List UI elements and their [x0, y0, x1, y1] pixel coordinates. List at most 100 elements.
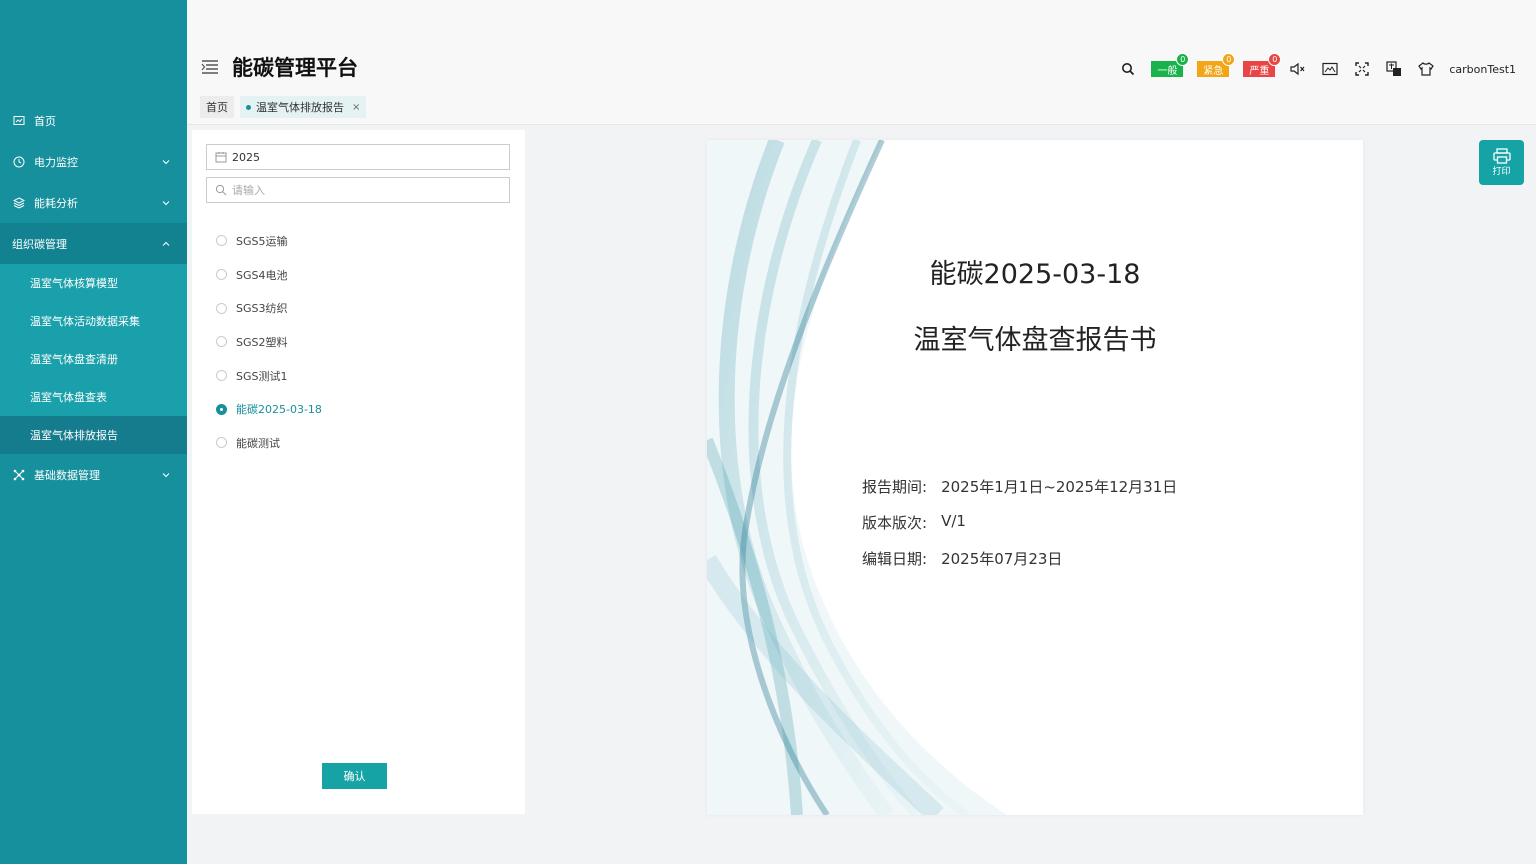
header: 能碳管理平台 首页 温室气体排放报告 × 一般 0 紧急 0 严重 0 carb… — [187, 0, 1536, 125]
report-title: 能碳2025-03-18 — [929, 259, 1141, 290]
chevron-down-icon — [162, 472, 170, 477]
meta-key: 版本版次: — [862, 514, 928, 532]
alert-count: 0 — [1176, 53, 1190, 66]
search-field[interactable] — [206, 177, 510, 203]
report-option-label: SGS5运输 — [236, 234, 288, 248]
meta-value: 2025年07月23日 — [941, 550, 1063, 568]
close-icon[interactable]: × — [352, 102, 360, 113]
report-option-label: 能碳2025-03-18 — [236, 403, 322, 417]
alert-urgent-badge[interactable]: 紧急 0 — [1197, 53, 1236, 77]
alert-severe-badge[interactable]: 严重 0 — [1243, 53, 1282, 77]
sidebar-item-label: 温室气体排放报告 — [30, 429, 118, 442]
radio-button[interactable] — [216, 235, 227, 247]
translate-icon[interactable] — [1385, 60, 1403, 78]
report-list: SGS5运输 SGS4电池 SGS3纺织 SGS2塑料 SGS测试1 能碳202… — [216, 224, 322, 460]
report-option-selected[interactable]: 能碳2025-03-18 — [216, 392, 322, 426]
fullscreen-icon[interactable] — [1353, 60, 1371, 78]
report-option[interactable]: SGS2塑料 — [216, 325, 322, 359]
printer-icon — [1492, 148, 1511, 164]
tab-emission-report[interactable]: 温室气体排放报告 × — [240, 96, 367, 118]
sidebar-item-org-carbon[interactable]: 组织碳管理 — [0, 223, 187, 264]
alert-general-badge[interactable]: 一般 0 — [1151, 53, 1190, 77]
sidebar-submenu: 温室气体核算模型 温室气体活动数据采集 温室气体盘查清册 温室气体盘查表 温室气… — [0, 264, 187, 454]
search-input[interactable] — [232, 183, 492, 197]
power-icon — [12, 155, 26, 169]
sidebar-subitem-activity-data[interactable]: 温室气体活动数据采集 — [0, 302, 187, 340]
radio-button[interactable] — [216, 370, 227, 382]
print-label: 打印 — [1492, 167, 1511, 177]
sidebar-subitem-inventory-table[interactable]: 温室气体盘查表 — [0, 378, 187, 416]
report-edit-date: 编辑日期: 2025年07月23日 — [862, 548, 1062, 569]
sidebar-item-label: 温室气体活动数据采集 — [30, 315, 140, 328]
sidebar-item-base-data[interactable]: 基础数据管理 — [0, 454, 187, 495]
tab-home[interactable]: 首页 — [200, 96, 234, 118]
alert-count: 0 — [1222, 53, 1236, 66]
username[interactable]: carbonTest1 — [1449, 63, 1516, 76]
report-option[interactable]: SGS3纺织 — [216, 291, 322, 325]
report-option[interactable]: SGS5运输 — [216, 224, 322, 258]
report-period: 报告期间: 2025年1月1日~2025年12月31日 — [862, 476, 1177, 497]
menu-toggle-icon[interactable] — [201, 59, 219, 75]
network-icon — [12, 468, 26, 482]
print-button[interactable]: 打印 — [1479, 140, 1524, 185]
report-option[interactable]: SGS4电池 — [216, 258, 322, 292]
report-version: 版本版次: V/1 — [862, 512, 966, 533]
report-option-label: SGS3纺织 — [236, 302, 288, 316]
header-toolbar: 一般 0 紧急 0 严重 0 carbonTest1 — [1119, 53, 1516, 78]
radio-button[interactable] — [216, 336, 227, 348]
mute-icon[interactable] — [1289, 60, 1307, 78]
sidebar-item-power[interactable]: 电力监控 — [0, 141, 187, 182]
report-option-label: SGS测试1 — [236, 369, 288, 383]
radio-button[interactable] — [216, 437, 227, 449]
search-icon — [215, 184, 227, 196]
search-icon[interactable] — [1119, 60, 1137, 78]
meta-value: 2025年1月1日~2025年12月31日 — [941, 478, 1178, 496]
report-subtitle: 温室气体盘查报告书 — [913, 325, 1157, 356]
meta-key: 报告期间: — [862, 478, 928, 496]
sidebar-item-label: 温室气体盘查清册 — [30, 353, 118, 366]
alert-label: 一般 — [1157, 65, 1178, 77]
radio-button[interactable] — [216, 302, 227, 314]
home-icon — [12, 114, 26, 128]
year-value: 2025 — [232, 150, 260, 164]
skin-icon[interactable] — [1417, 60, 1435, 78]
tab-label: 温室气体排放报告 — [256, 101, 344, 114]
year-picker[interactable]: 2025 — [206, 144, 510, 170]
sidebar-menu: 首页 电力监控 能耗分析 组织碳管理 温室气体核算模型 温室气体活动数据采集 温… — [0, 100, 187, 495]
chevron-up-icon — [162, 241, 170, 246]
tab-bar: 首页 温室气体排放报告 × — [200, 96, 367, 118]
sidebar-item-label: 首页 — [34, 114, 56, 128]
report-option-label: SGS4电池 — [236, 268, 288, 282]
chevron-down-icon — [162, 159, 170, 164]
alert-count: 0 — [1268, 53, 1282, 66]
screen-icon[interactable] — [1321, 60, 1339, 78]
sidebar-item-label: 温室气体核算模型 — [30, 277, 118, 290]
layers-icon — [12, 196, 26, 210]
sidebar-subitem-inventory-list[interactable]: 温室气体盘查清册 — [0, 340, 187, 378]
sidebar-subitem-model[interactable]: 温室气体核算模型 — [0, 264, 187, 302]
active-dot — [246, 104, 251, 110]
report-option[interactable]: SGS测试1 — [216, 359, 322, 393]
alert-label: 严重 — [1249, 65, 1270, 77]
tab-label: 首页 — [206, 101, 228, 114]
sidebar-item-energy[interactable]: 能耗分析 — [0, 182, 187, 223]
sidebar-item-label: 电力监控 — [34, 155, 78, 169]
radio-button-checked[interactable] — [216, 403, 227, 415]
sidebar-item-label: 组织碳管理 — [12, 237, 67, 251]
app-title: 能碳管理平台 — [232, 56, 358, 80]
report-option-label: 能碳测试 — [236, 436, 280, 450]
alert-label: 紧急 — [1203, 65, 1224, 77]
calendar-icon — [215, 152, 227, 163]
sidebar-subitem-emission-report[interactable]: 温室气体排放报告 — [0, 416, 187, 454]
confirm-button[interactable]: 确认 — [322, 763, 387, 789]
report-document-preview: 能碳2025-03-18 温室气体盘查报告书 报告期间: 2025年1月1日~2… — [707, 140, 1363, 815]
sidebar: 首页 电力监控 能耗分析 组织碳管理 温室气体核算模型 温室气体活动数据采集 温… — [0, 0, 187, 864]
sidebar-item-home[interactable]: 首页 — [0, 100, 187, 141]
sidebar-item-label: 温室气体盘查表 — [30, 391, 107, 404]
report-option[interactable]: 能碳测试 — [216, 426, 322, 460]
radio-button[interactable] — [216, 269, 227, 281]
report-option-label: SGS2塑料 — [236, 335, 288, 349]
report-selector-panel: 2025 SGS5运输 SGS4电池 SGS3纺织 SGS2塑料 SGS测试1 … — [192, 130, 525, 814]
sidebar-item-label: 基础数据管理 — [34, 468, 100, 482]
meta-value: V/1 — [941, 512, 966, 530]
